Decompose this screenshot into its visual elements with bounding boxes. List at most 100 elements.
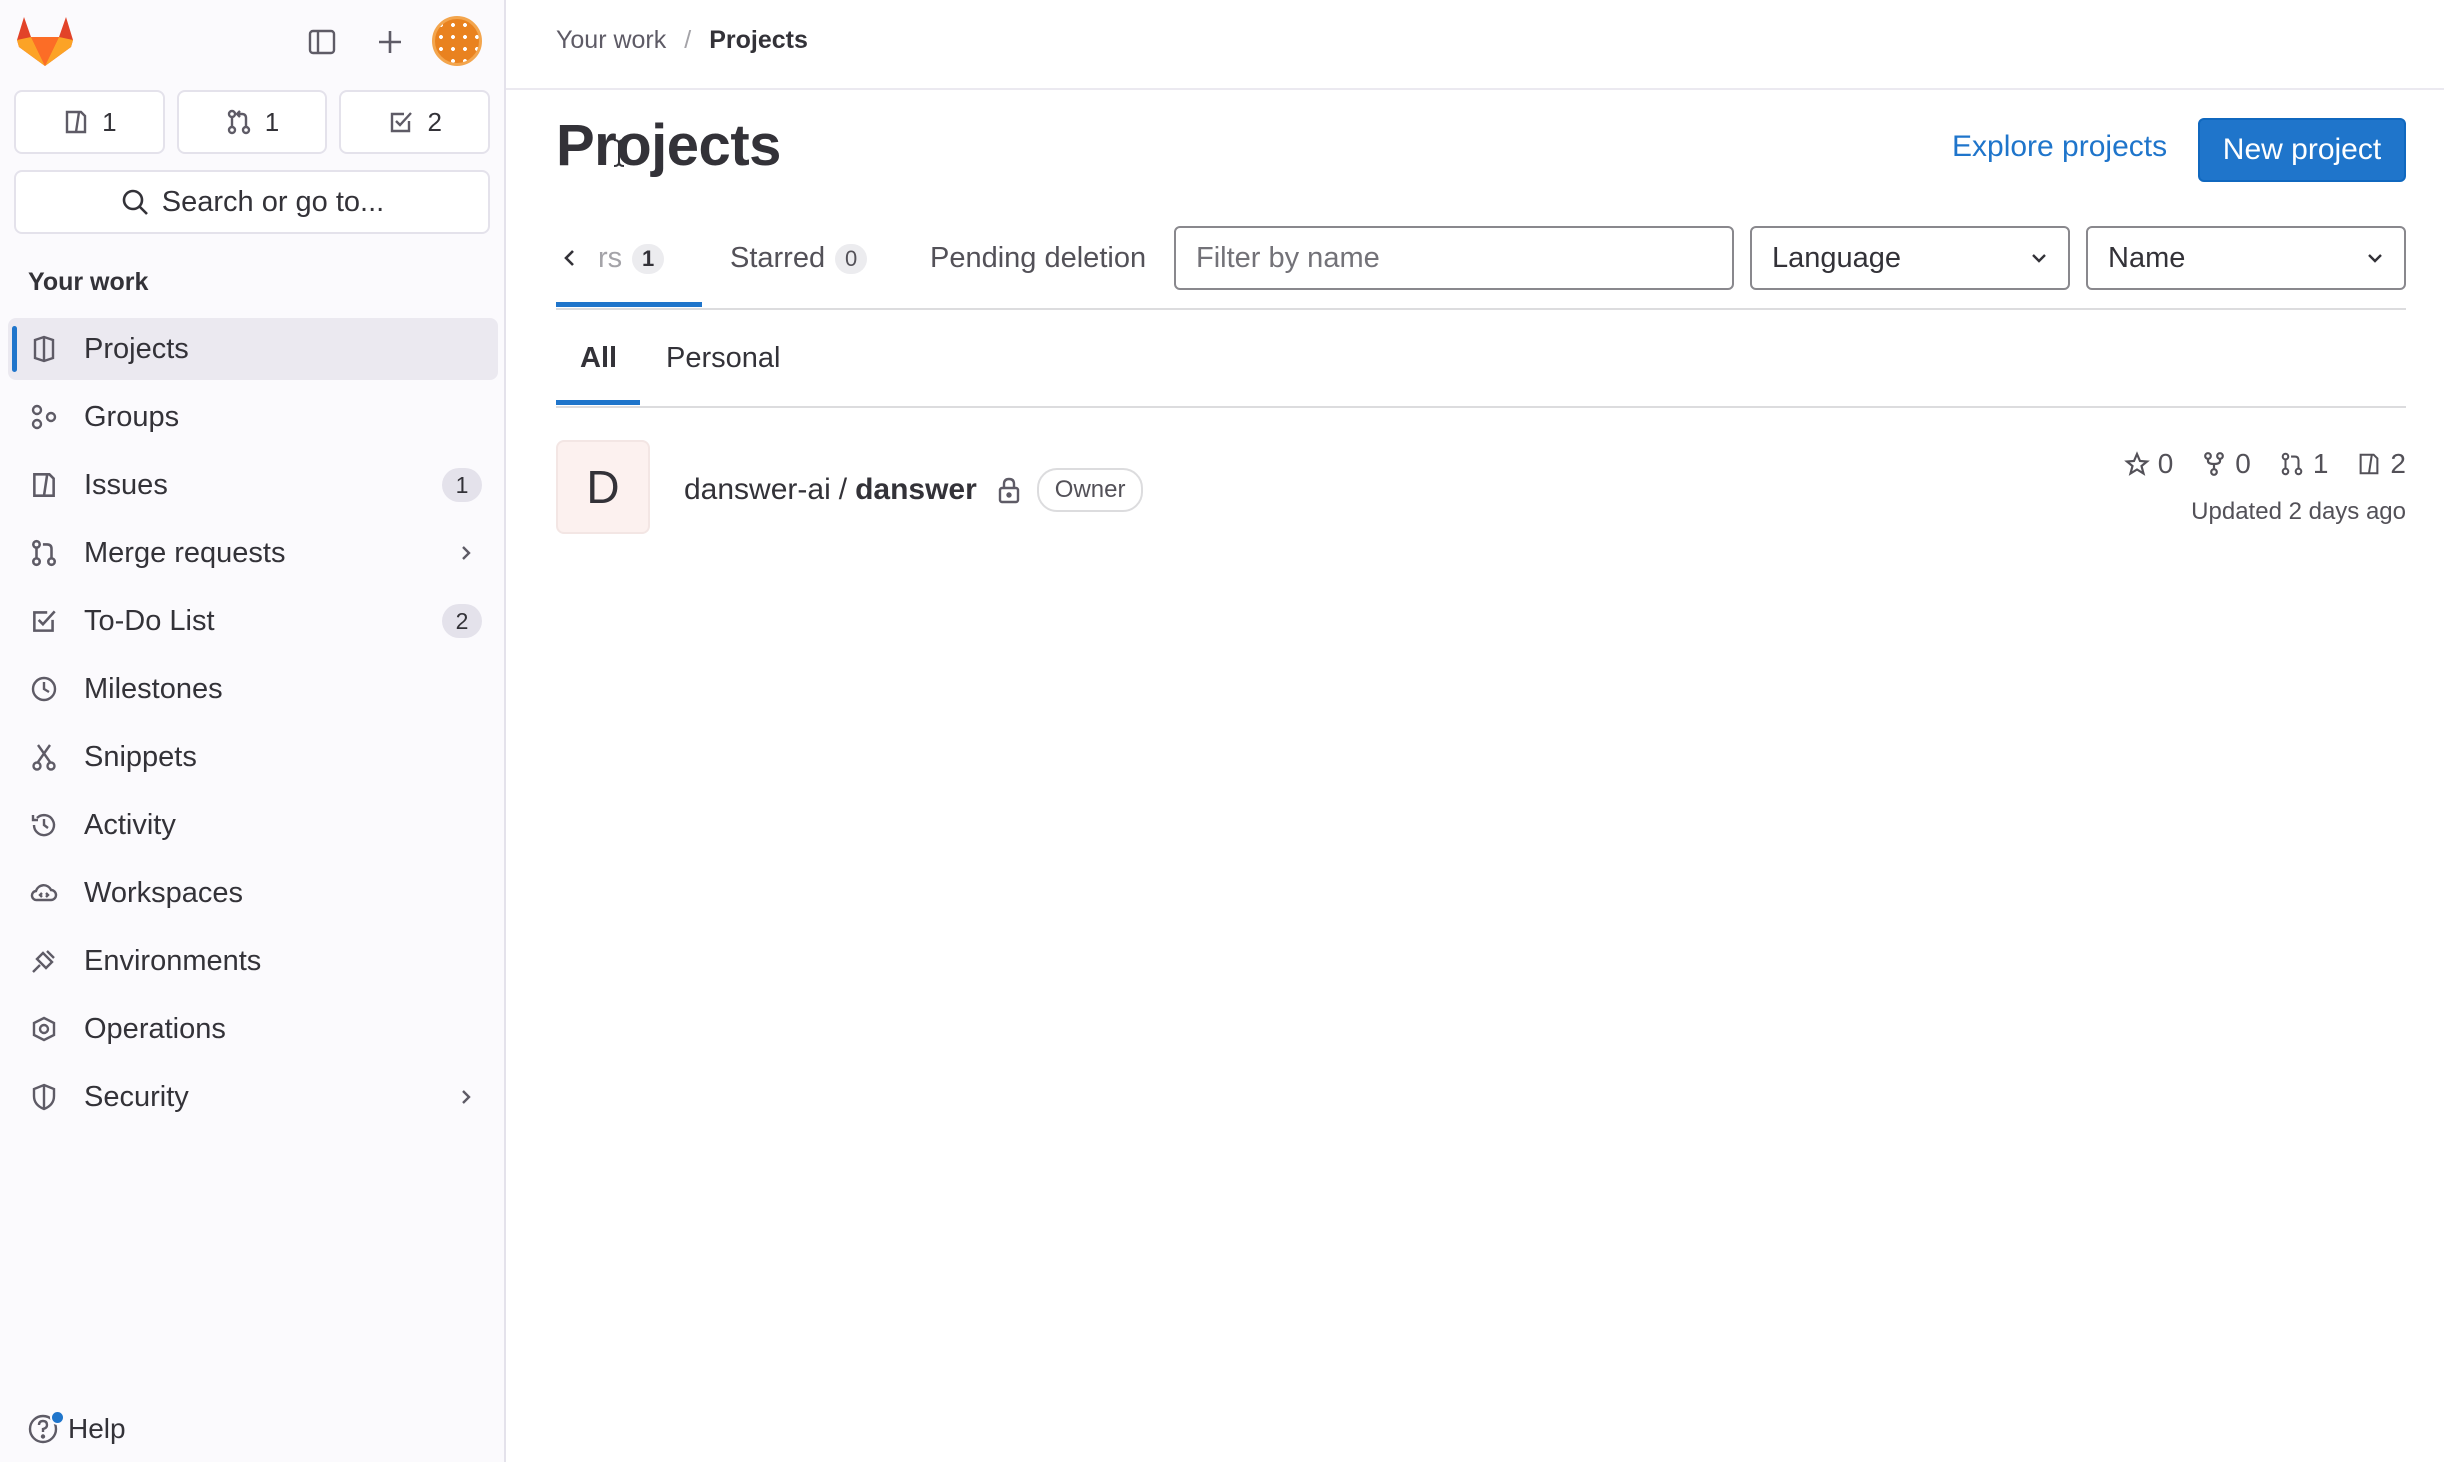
counter-group: 1 1 2 [14,90,491,154]
chevron-right-icon [456,543,476,563]
merge-request-icon [26,535,62,571]
history-icon [26,807,62,843]
sidebar-item-projects[interactable]: Projects [8,318,498,380]
create-new-icon[interactable] [368,20,412,64]
issues-badge: 1 [442,468,482,502]
group-icon [26,399,62,435]
sort-select[interactable]: Name [2086,226,2406,290]
merge-requests-count: 1 [2312,448,2329,479]
sidebar-item-label: Workspaces [84,876,244,909]
sidebar-item-security[interactable]: Security [8,1066,498,1128]
sidebar-item-label: Projects [84,332,189,365]
project-avatar[interactable]: D [556,440,650,534]
stars-stat[interactable]: 0 [2123,448,2174,480]
clock-icon [26,671,62,707]
tab-all[interactable]: All [580,342,617,375]
merge-requests-stat[interactable]: 1 [2279,448,2329,480]
explore-projects-link[interactable]: Explore projects [1952,130,2167,164]
tab-count: 0 [835,243,868,274]
project-title: danswer-ai / danswer Owner [684,468,1144,512]
sidebar: 1 1 2 Search or go to... Your work Proje… [0,0,506,1462]
issues-stat[interactable]: 2 [2356,448,2406,480]
issues-icon [65,110,87,134]
sidebar-item-issues[interactable]: Issues 1 [8,454,498,516]
filter-by-name-input[interactable]: Filter by name [1174,226,1734,290]
todo-icon [26,603,62,639]
todo-icon [391,112,413,133]
sidebar-item-label: Merge requests [84,536,286,569]
sidebar-item-groups[interactable]: Groups [8,386,498,448]
project-namespace[interactable]: danswer-ai [684,473,831,507]
merge-requests-counter-button[interactable]: 1 [176,90,328,154]
search-icon [122,189,148,215]
breadcrumb-your-work[interactable]: Your work [556,26,666,55]
todo-badge: 2 [442,604,482,638]
page-title: Projects [556,113,781,178]
issues-count: 1 [102,106,117,137]
project-name-link[interactable]: danswer [855,473,977,507]
sidebar-item-label: Groups [84,400,180,433]
issues-counter-button[interactable]: 1 [14,90,165,154]
sidebar-item-label: Environments [84,944,262,977]
updated-timestamp: Updated 2 days ago [2191,498,2406,525]
sidebar-item-label: Security [84,1080,189,1113]
active-tab-indicator [556,302,702,307]
search-label: Search or go to... [161,185,385,218]
sidebar-item-merge-requests[interactable]: Merge requests [8,522,498,584]
sidebar-item-label: To-Do List [84,604,215,637]
fork-icon [2204,452,2225,476]
tab-starred[interactable]: Starred 0 [730,242,868,275]
language-select[interactable]: Language [1750,226,2070,290]
sidebar-item-snippets[interactable]: Snippets [8,726,498,788]
tab-personal[interactable]: Personal [666,342,780,375]
user-avatar[interactable] [432,16,482,66]
sidebar-item-todo-list[interactable]: To-Do List 2 [8,590,498,652]
tab-yours[interactable]: rs 1 [598,242,665,275]
merge-request-icon [227,109,250,135]
merge-request-icon [2281,452,2303,476]
help-label: Help [68,1413,126,1444]
toggle-sidebar-icon[interactable] [300,20,344,64]
snippet-icon [26,739,62,775]
stars-count: 0 [2157,448,2174,479]
tab-pending-deletion[interactable]: Pending deletion [930,242,1146,275]
notification-dot [50,1410,65,1425]
section-label: Your work [28,268,149,296]
search-button[interactable]: Search or go to... [14,170,490,234]
text-cursor-icon [613,139,625,167]
chevron-right-icon [456,1087,476,1107]
breadcrumb: Your work / Projects [556,26,808,55]
sidebar-item-environments[interactable]: Environments [8,930,498,992]
active-subtab-indicator [556,400,640,405]
project-list-item[interactable]: D danswer-ai / danswer Owner 0 0 1 2 Upd… [556,438,2406,538]
sidebar-item-milestones[interactable]: Milestones [8,658,498,720]
chevron-left-icon[interactable] [558,246,582,270]
environment-icon [26,943,62,979]
sort-select-label: Name [2108,241,2186,274]
tab-label: Starred [730,242,826,274]
forks-count: 0 [2235,448,2251,479]
gitlab-logo-icon[interactable] [16,14,74,68]
new-project-button[interactable]: New project [2198,118,2406,182]
forks-stat[interactable]: 0 [2201,448,2251,480]
merge-requests-count: 1 [264,106,280,137]
issues-icon [2360,453,2379,475]
help-button[interactable]: Help [26,1410,126,1446]
sidebar-item-operations[interactable]: Operations [8,998,498,1060]
tab-count: 1 [632,243,665,274]
cloud-icon [26,875,62,911]
ownership-tabs: All Personal [556,318,2406,408]
issues-count: 2 [2390,448,2406,479]
sidebar-item-activity[interactable]: Activity [8,794,498,856]
breadcrumb-projects[interactable]: Projects [709,26,808,55]
tab-label: rs [598,242,623,274]
project-stats: 0 0 1 2 [2123,448,2406,480]
star-icon [2123,451,2150,476]
sidebar-item-label: Activity [84,808,176,841]
sidebar-item-workspaces[interactable]: Workspaces [8,862,498,924]
lock-icon [995,475,1023,505]
role-badge: Owner [1036,468,1144,512]
tab-label: Pending deletion [930,242,1147,274]
todo-counter-button[interactable]: 2 [339,90,491,154]
sidebar-item-label: Operations [84,1012,226,1045]
